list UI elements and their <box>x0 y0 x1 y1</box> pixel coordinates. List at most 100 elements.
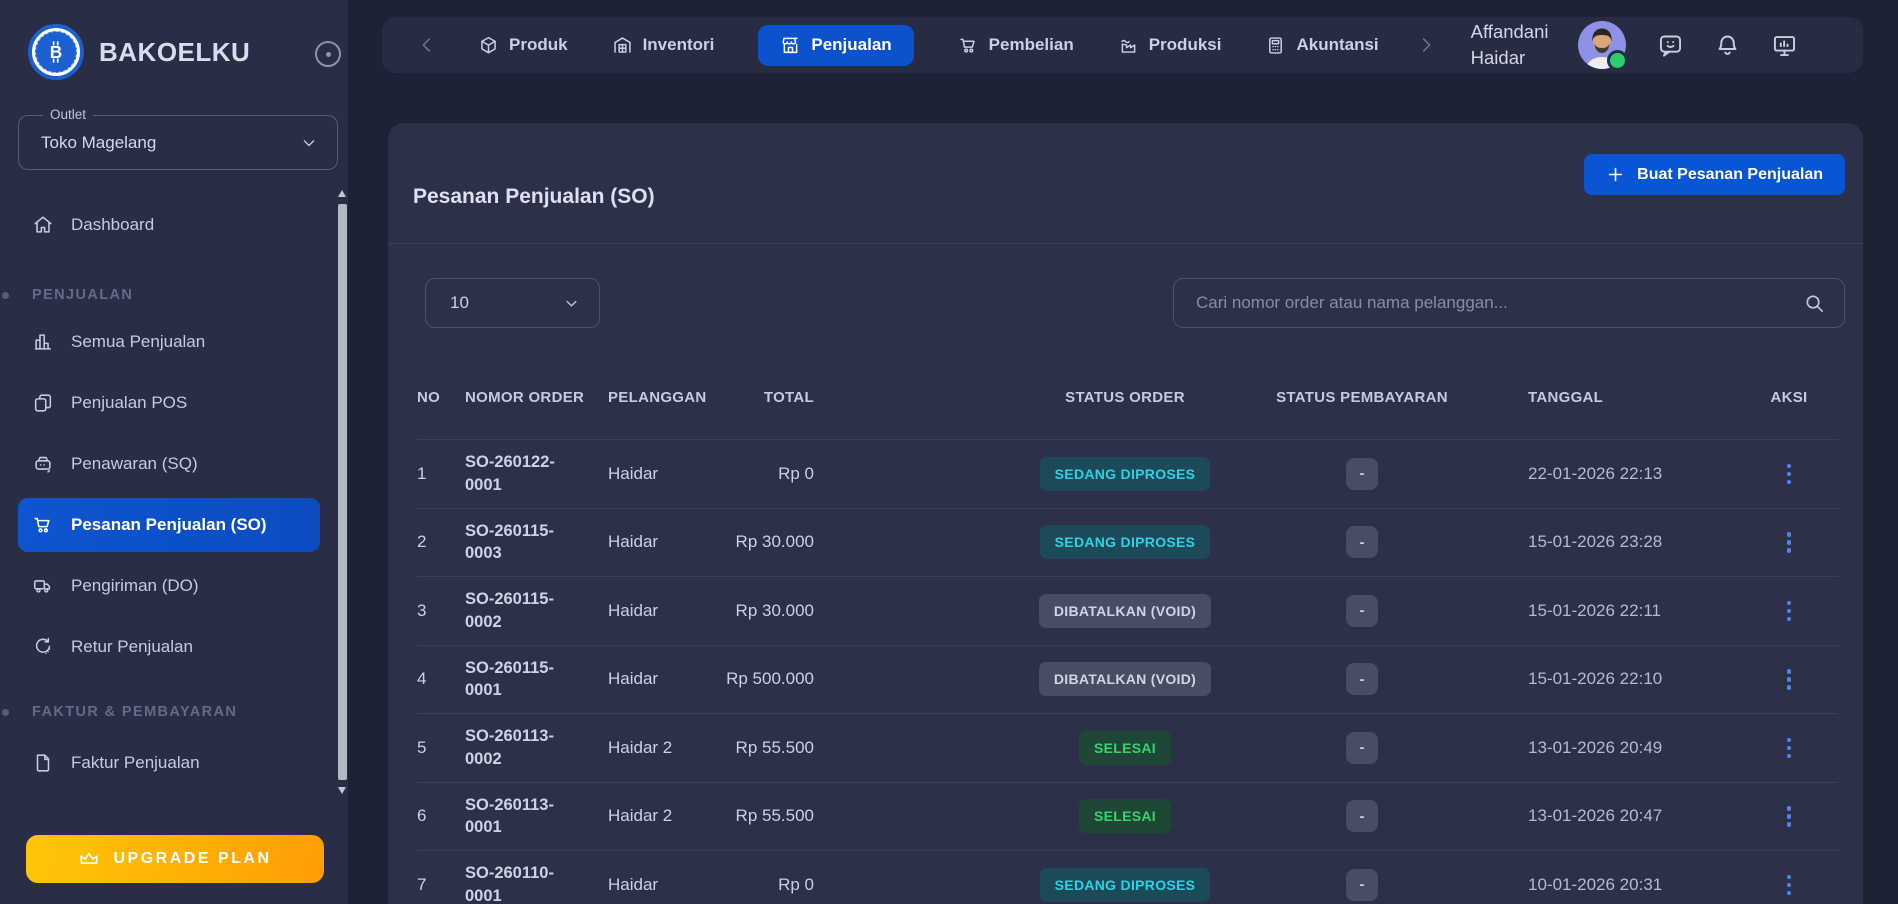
tab-akuntansi[interactable]: Akuntansi <box>1265 35 1378 56</box>
col-header-nomor-order: NOMOR ORDER <box>465 389 608 406</box>
table-row: 2 SO-260115-0003 Haidar Rp 30.000 SEDANG… <box>417 508 1838 577</box>
cart-icon <box>32 514 54 536</box>
customer-name: Haidar <box>608 669 718 689</box>
col-header-pelanggan: PELANGGAN <box>608 389 718 406</box>
order-total: Rp 0 <box>718 464 822 484</box>
tab-produk[interactable]: Produk <box>478 35 568 56</box>
col-header-status-pembayaran: STATUS PEMBAYARAN <box>1250 389 1474 406</box>
home-icon <box>32 214 54 236</box>
payment-status-badge: - <box>1346 800 1378 832</box>
row-number: 4 <box>417 669 465 689</box>
table-row: 3 SO-260115-0002 Haidar Rp 30.000 DIBATA… <box>417 576 1838 645</box>
package-icon <box>478 35 499 56</box>
payment-status-badge: - <box>1346 869 1378 901</box>
chevron-down-icon <box>562 294 581 313</box>
feedback-chat-button[interactable] <box>1657 32 1684 59</box>
outlet-select[interactable]: Outlet Toko Magelang <box>18 115 338 170</box>
sidebar-item-pesanan-penjualan-so[interactable]: Pesanan Penjualan (SO) <box>18 498 320 552</box>
sidebar-section-faktur-pembayaran: FAKTUR & PEMBAYARAN <box>18 702 320 722</box>
sidebar-item-pengiriman-do[interactable]: Pengiriman (DO) <box>18 559 320 613</box>
plus-icon <box>1606 165 1625 184</box>
bitcoin-logo-icon: B <box>28 24 84 80</box>
status-order-badge: DIBATALKAN (VOID) <box>1039 594 1211 628</box>
scroll-up-arrow[interactable] <box>338 190 346 197</box>
display-mode-button[interactable] <box>1771 32 1798 59</box>
avatar[interactable] <box>1577 20 1627 70</box>
table-body: 1 SO-260122-0001 Haidar Rp 0 SEDANG DIPR… <box>417 439 1838 904</box>
status-order-badge: SEDANG DIPROSES <box>1040 868 1211 902</box>
online-status-dot <box>1607 50 1628 71</box>
row-actions-menu-button[interactable] <box>1781 663 1798 696</box>
sidebar-item-label: Dashboard <box>71 215 154 235</box>
outlet-value: Toko Magelang <box>41 133 156 153</box>
sidebar-item-faktur-penjualan[interactable]: Faktur Penjualan <box>18 736 320 790</box>
customer-name: Haidar 2 <box>608 806 718 826</box>
order-date: 22-01-2026 22:13 <box>1510 464 1740 484</box>
store-icon <box>780 35 801 56</box>
tab-pembelian[interactable]: Pembelian <box>958 35 1074 56</box>
brand-name: BAKOELKU <box>99 37 250 68</box>
row-number: 2 <box>417 532 465 552</box>
scroll-down-arrow[interactable] <box>338 787 346 794</box>
order-total: Rp 30.000 <box>718 532 822 552</box>
table-row: 7 SO-260110-0001 Haidar Rp 0 SEDANG DIPR… <box>417 850 1838 904</box>
circle-dot-icon <box>326 52 331 57</box>
sidebar-item-dashboard[interactable]: Dashboard <box>18 198 320 252</box>
table-row: 5 SO-260113-0002 Haidar 2 Rp 55.500 SELE… <box>417 713 1838 782</box>
order-total: Rp 500.000 <box>718 669 822 689</box>
page-title: Pesanan Penjualan (SO) <box>413 185 655 209</box>
order-date: 13-01-2026 20:49 <box>1510 738 1740 758</box>
payment-status-badge: - <box>1346 663 1378 695</box>
topbar: Produk Inventori Penjualan Pembelian <box>382 17 1863 73</box>
order-number: SO-260122-0001 <box>465 451 608 496</box>
table-row: 1 SO-260122-0001 Haidar Rp 0 SEDANG DIPR… <box>417 439 1838 508</box>
scrollbar-thumb[interactable] <box>338 204 347 780</box>
payment-status-badge: - <box>1346 526 1378 558</box>
notifications-bell-button[interactable] <box>1714 32 1741 59</box>
outlet-label: Outlet <box>43 107 93 122</box>
tab-penjualan[interactable]: Penjualan <box>758 25 913 66</box>
sidebar-item-penjualan-pos[interactable]: Penjualan POS <box>18 376 320 430</box>
sidebar-collapse-button[interactable] <box>315 41 341 67</box>
search-input[interactable] <box>1194 292 1803 314</box>
calculator-icon <box>1265 35 1286 56</box>
page-size-select[interactable]: 10 <box>425 278 600 328</box>
row-actions-menu-button[interactable] <box>1781 595 1798 628</box>
tab-produksi[interactable]: Produksi <box>1118 35 1222 56</box>
truck-icon <box>32 575 54 597</box>
order-number: SO-260115-0001 <box>465 657 608 702</box>
row-actions-menu-button[interactable] <box>1781 800 1798 833</box>
quote-basket-icon <box>32 453 54 475</box>
header-divider <box>388 243 1863 244</box>
order-total: Rp 55.500 <box>718 806 822 826</box>
sidebar-item-retur-penjualan[interactable]: Retur Penjualan <box>18 620 320 674</box>
cart-icon <box>958 35 979 56</box>
search-box <box>1173 278 1845 328</box>
sidebar-item-penawaran-sq[interactable]: Penawaran (SQ) <box>18 437 320 491</box>
sidebar-section-penjualan: PENJUALAN <box>18 285 320 305</box>
svg-text:B: B <box>50 42 63 62</box>
col-header-aksi: AKSI <box>1740 389 1838 406</box>
tab-inventori[interactable]: Inventori <box>612 35 715 56</box>
sales-orders-table: NO NOMOR ORDER PELANGGAN TOTAL STATUS OR… <box>417 355 1838 904</box>
row-actions-menu-button[interactable] <box>1781 526 1798 559</box>
col-header-tanggal: TANGGAL <box>1510 389 1740 406</box>
order-date: 15-01-2026 22:10 <box>1510 669 1740 689</box>
module-tabs: Produk Inventori Penjualan Pembelian <box>478 25 1379 66</box>
payment-status-badge: - <box>1346 732 1378 764</box>
upgrade-plan-button[interactable]: UPGRADE PLAN <box>26 835 324 883</box>
customer-name: Haidar <box>608 601 718 621</box>
row-actions-menu-button[interactable] <box>1781 458 1798 491</box>
sidebar-scrollbar[interactable] <box>338 190 347 794</box>
sidebar-item-label: Pesanan Penjualan (SO) <box>71 515 267 535</box>
order-date: 15-01-2026 22:11 <box>1510 601 1740 621</box>
sidebar-item-semua-penjualan[interactable]: Semua Penjualan <box>18 315 320 369</box>
nav-forward-button[interactable] <box>1415 34 1437 56</box>
create-sales-order-button[interactable]: Buat Pesanan Penjualan <box>1584 154 1845 195</box>
order-number: SO-260113-0002 <box>465 725 608 770</box>
pos-copy-icon <box>32 392 54 414</box>
nav-back-button[interactable] <box>416 34 438 56</box>
table-header-row: NO NOMOR ORDER PELANGGAN TOTAL STATUS OR… <box>417 355 1838 439</box>
row-actions-menu-button[interactable] <box>1781 732 1798 765</box>
row-actions-menu-button[interactable] <box>1781 869 1798 902</box>
